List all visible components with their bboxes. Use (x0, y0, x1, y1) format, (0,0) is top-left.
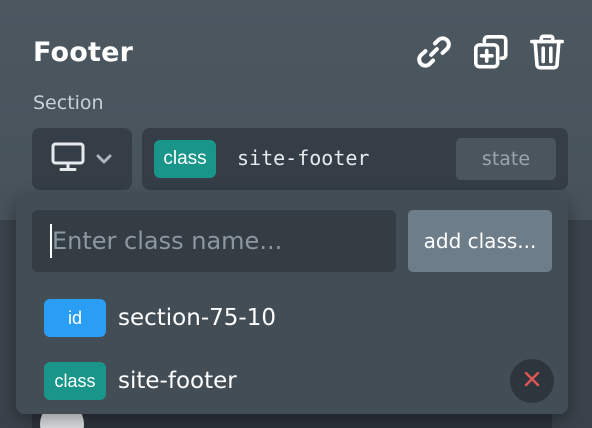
class-badge: class (44, 362, 106, 400)
list-item[interactable]: id section-75-10 (44, 296, 554, 340)
chevron-down-icon (95, 150, 113, 169)
element-settings-panel: Footer Section class site-footer state E… (0, 0, 592, 428)
selector-value: site-footer (237, 146, 370, 170)
class-name-input[interactable] (32, 210, 396, 272)
close-icon (523, 370, 541, 392)
list-item[interactable]: class site-footer (44, 359, 554, 403)
selector-class-badge: class (154, 140, 216, 178)
duplicate-icon (472, 33, 510, 75)
duplicate-button[interactable] (471, 34, 511, 74)
element-type-label: Section (33, 92, 104, 114)
panel-title: Footer (33, 37, 134, 68)
text-cursor (50, 224, 52, 258)
state-button[interactable]: state (456, 138, 556, 180)
breakpoint-select[interactable] (32, 128, 132, 190)
id-badge: id (44, 299, 106, 337)
add-class-button[interactable]: add class... (408, 210, 552, 272)
trash-icon (528, 33, 566, 75)
class-dropdown: add class... id section-75-10 class site… (16, 194, 568, 414)
selector-field[interactable]: class site-footer state (142, 128, 568, 190)
list-item-label: section-75-10 (118, 305, 276, 331)
list-item-label: site-footer (118, 368, 237, 394)
remove-class-button[interactable] (510, 359, 554, 403)
link-button[interactable] (414, 34, 454, 74)
link-icon (415, 33, 453, 75)
desktop-icon (51, 142, 85, 176)
delete-button[interactable] (527, 34, 567, 74)
